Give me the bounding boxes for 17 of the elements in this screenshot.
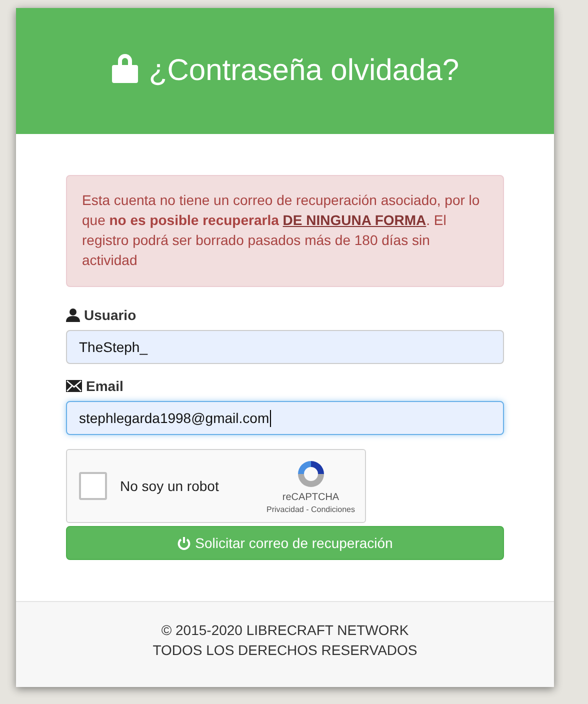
page-title: ¿Contraseña olvidada?	[148, 54, 460, 88]
captcha-checkbox[interactable]	[79, 472, 107, 500]
captcha-brand: reCAPTCHA	[282, 492, 340, 503]
field-label: Usuario	[84, 307, 136, 323]
captcha-label: No soy un robot	[120, 478, 219, 494]
power-icon	[177, 536, 192, 550]
field-label: Email	[86, 378, 124, 394]
envelope-icon	[66, 380, 82, 392]
user-icon	[66, 308, 80, 322]
email-field[interactable]: stephlegarda1998@gmail.com	[66, 401, 504, 435]
footer-text: TODOS LOS DERECHOS RESERVADOS	[152, 641, 418, 660]
warning-link[interactable]: DE NINGUNA FORMA	[282, 212, 426, 228]
lock-icon	[110, 53, 139, 83]
username-field[interactable]: TheSteph_	[66, 330, 504, 364]
footer-text: © 2015-2020 LIBRECRAFT NETWORK	[161, 621, 409, 640]
warning-alert: Esta cuenta no tiene un correo de recuperación asociado, por lo que no es posible recuperarla DE NINGUNA FORMA. El registro podrá ser borrado pasados más de 180 días sin actividad	[66, 175, 504, 287]
captcha-links[interactable]: Privacidad - Condiciones	[266, 505, 355, 514]
